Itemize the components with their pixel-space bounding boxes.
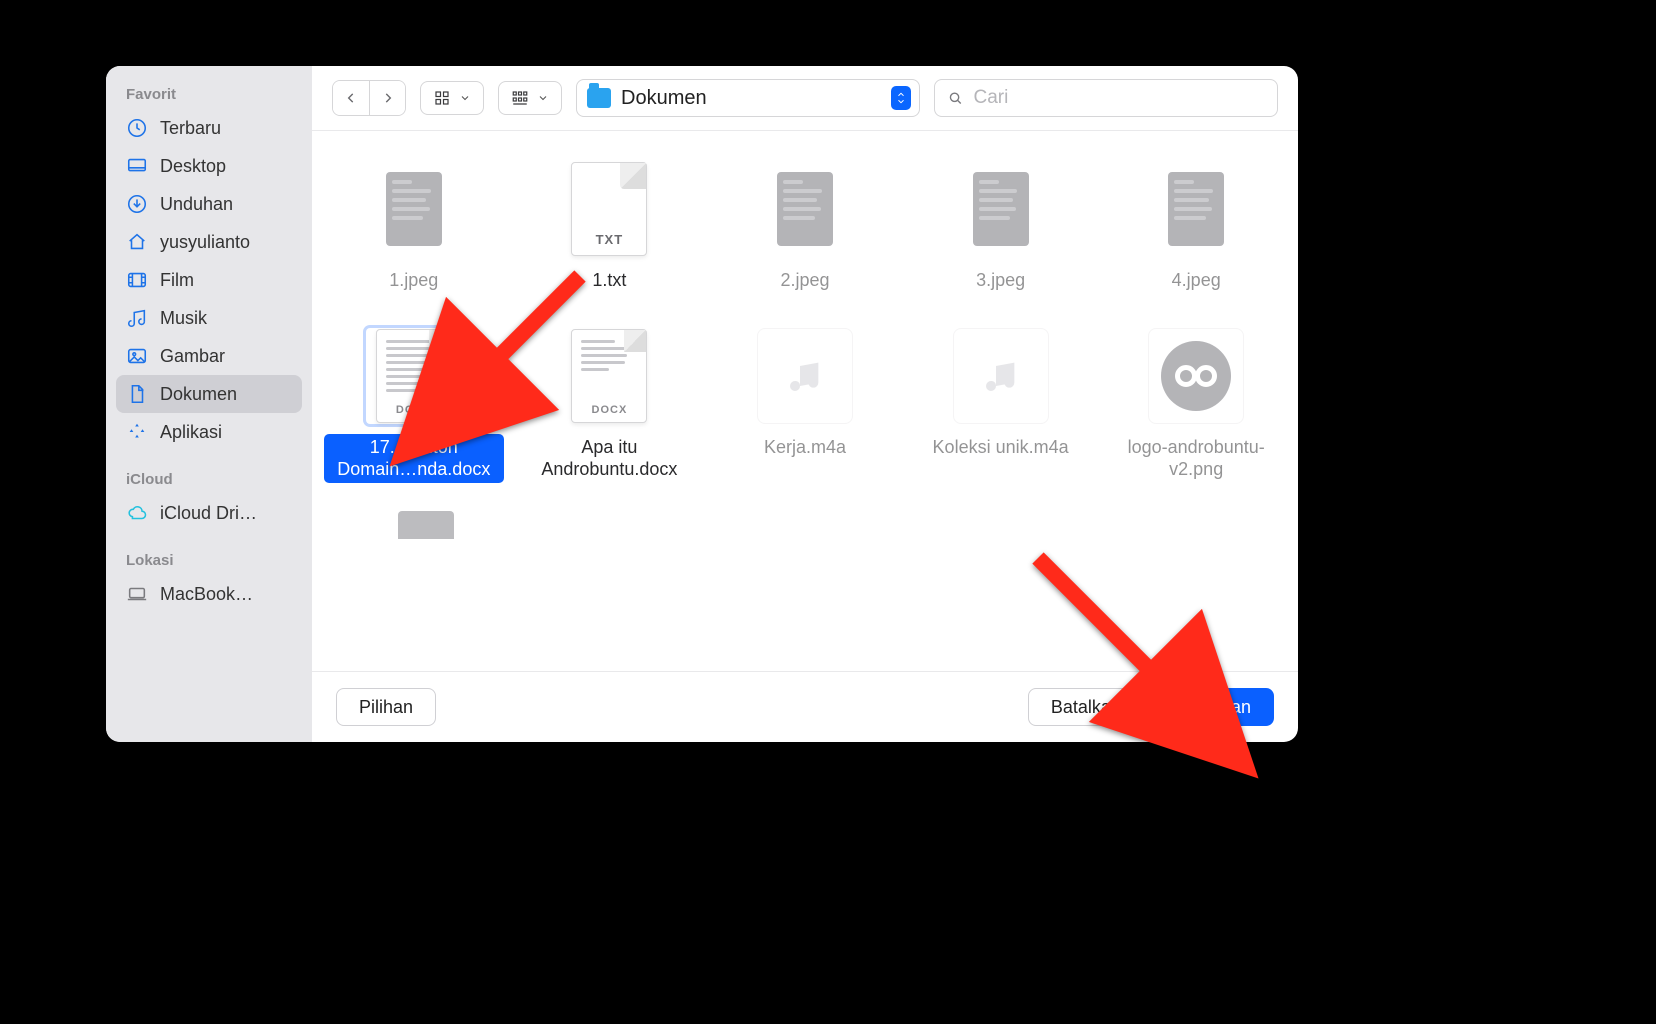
options-button[interactable]: Pilihan [336, 688, 436, 726]
file-name: 17. Contoh Domain…nda.docx [324, 434, 504, 483]
sidebar-item-label: Dokumen [160, 384, 237, 405]
sidebar-section-icloud: iCloud [116, 465, 302, 494]
file-name: Apa itu Androbuntu.docx [519, 434, 699, 483]
sidebar-item-icloud-drive[interactable]: iCloud Dri… [116, 494, 302, 532]
insert-button-label: Sisipkan [1183, 697, 1251, 718]
nav-back-button[interactable] [333, 81, 369, 115]
laptop-icon [126, 583, 148, 605]
file-item[interactable]: Kerja.m4a [707, 328, 903, 483]
cancel-button-label: Batalkan [1051, 697, 1121, 718]
sidebar-item-label: Gambar [160, 346, 225, 367]
music-note-icon [981, 356, 1021, 396]
cancel-button[interactable]: Batalkan [1028, 688, 1144, 726]
sidebar-section-favorit: Favorit [116, 80, 302, 109]
options-button-label: Pilihan [359, 697, 413, 718]
file-thumb [757, 161, 853, 257]
file-grid: 1.jpeg TXT 1.txt 2.jpeg 3.jpeg 4.jpeg [316, 161, 1294, 483]
file-name: 1.jpeg [383, 267, 444, 294]
sidebar-item-film[interactable]: Film [116, 261, 302, 299]
music-icon [126, 307, 148, 329]
insert-button[interactable]: Sisipkan [1160, 688, 1274, 726]
file-thumb [953, 161, 1049, 257]
file-name: Koleksi unik.m4a [927, 434, 1075, 461]
download-icon [126, 193, 148, 215]
file-name: 1.txt [586, 267, 632, 294]
file-thumb [953, 328, 1049, 424]
partial-file-thumb [398, 511, 454, 539]
folder-icon [587, 88, 611, 108]
file-thumb [757, 328, 853, 424]
cloud-icon [126, 502, 148, 524]
doc-icon [126, 383, 148, 405]
sidebar-item-label: Aplikasi [160, 422, 222, 443]
file-name: 2.jpeg [774, 267, 835, 294]
main-area: Dokumen 1.jpeg TXT 1.txt [312, 66, 1298, 742]
search-input[interactable] [974, 87, 1266, 109]
music-note-icon [785, 356, 825, 396]
sidebar-item-label: Film [160, 270, 194, 291]
view-mode-dropdown[interactable] [420, 81, 484, 115]
file-name: Kerja.m4a [758, 434, 852, 461]
panel-footer: Pilihan Batalkan Sisipkan [312, 672, 1298, 742]
sidebar-item-terbaru[interactable]: Terbaru [116, 109, 302, 147]
file-thumb [1148, 161, 1244, 257]
file-item[interactable]: DOCX 17. Contoh Domain…nda.docx [316, 328, 512, 483]
film-icon [126, 269, 148, 291]
group-mode-dropdown[interactable] [498, 81, 562, 115]
search-field[interactable] [934, 79, 1278, 117]
nav-buttons [332, 80, 406, 116]
sidebar-item-desktop[interactable]: Desktop [116, 147, 302, 185]
sidebar-item-musik[interactable]: Musik [116, 299, 302, 337]
sidebar-item-macbook[interactable]: MacBook… [116, 575, 302, 613]
sidebar: Favorit Terbaru Desktop Unduhan yusyulia… [106, 66, 312, 742]
toolbar: Dokumen [312, 66, 1298, 130]
sidebar-section-lokasi: Lokasi [116, 546, 302, 575]
sidebar-item-label: Terbaru [160, 118, 221, 139]
file-grid-area[interactable]: 1.jpeg TXT 1.txt 2.jpeg 3.jpeg 4.jpeg [312, 130, 1298, 672]
picture-icon [126, 345, 148, 367]
current-folder-name: Dokumen [621, 87, 881, 110]
sidebar-item-aplikasi[interactable]: Aplikasi [116, 413, 302, 451]
file-item[interactable]: logo-androbuntu-v2.png [1098, 328, 1294, 483]
sidebar-item-label: yusyulianto [160, 232, 250, 253]
nav-forward-button[interactable] [369, 81, 405, 115]
file-thumb: DOCX [366, 328, 462, 424]
search-icon [947, 89, 964, 107]
file-name: 4.jpeg [1166, 267, 1227, 294]
open-panel: Favorit Terbaru Desktop Unduhan yusyulia… [106, 66, 1298, 742]
sidebar-item-label: iCloud Dri… [160, 503, 257, 524]
file-thumb: DOCX [561, 328, 657, 424]
clock-icon [126, 117, 148, 139]
updown-icon [891, 86, 911, 110]
file-item[interactable]: Koleksi unik.m4a [903, 328, 1099, 483]
sidebar-item-gambar[interactable]: Gambar [116, 337, 302, 375]
sidebar-item-label: Musik [160, 308, 207, 329]
sidebar-item-label: MacBook… [160, 584, 253, 605]
sidebar-item-dokumen[interactable]: Dokumen [116, 375, 302, 413]
sidebar-item-unduhan[interactable]: Unduhan [116, 185, 302, 223]
file-name: logo-androbuntu-v2.png [1106, 434, 1286, 483]
home-icon [126, 231, 148, 253]
desktop-icon [126, 155, 148, 177]
sidebar-item-label: Unduhan [160, 194, 233, 215]
file-item[interactable]: 4.jpeg [1098, 161, 1294, 294]
sidebar-item-label: Desktop [160, 156, 226, 177]
file-item[interactable]: 2.jpeg [707, 161, 903, 294]
sidebar-item-home[interactable]: yusyulianto [116, 223, 302, 261]
file-thumb [1148, 328, 1244, 424]
file-item[interactable]: TXT 1.txt [512, 161, 708, 294]
file-item[interactable]: 3.jpeg [903, 161, 1099, 294]
path-popup-button[interactable]: Dokumen [576, 79, 920, 117]
apps-icon [126, 421, 148, 443]
file-item[interactable]: DOCX Apa itu Androbuntu.docx [512, 328, 708, 483]
file-item[interactable]: 1.jpeg [316, 161, 512, 294]
file-name: 3.jpeg [970, 267, 1031, 294]
file-thumb: TXT [561, 161, 657, 257]
file-thumb [366, 161, 462, 257]
